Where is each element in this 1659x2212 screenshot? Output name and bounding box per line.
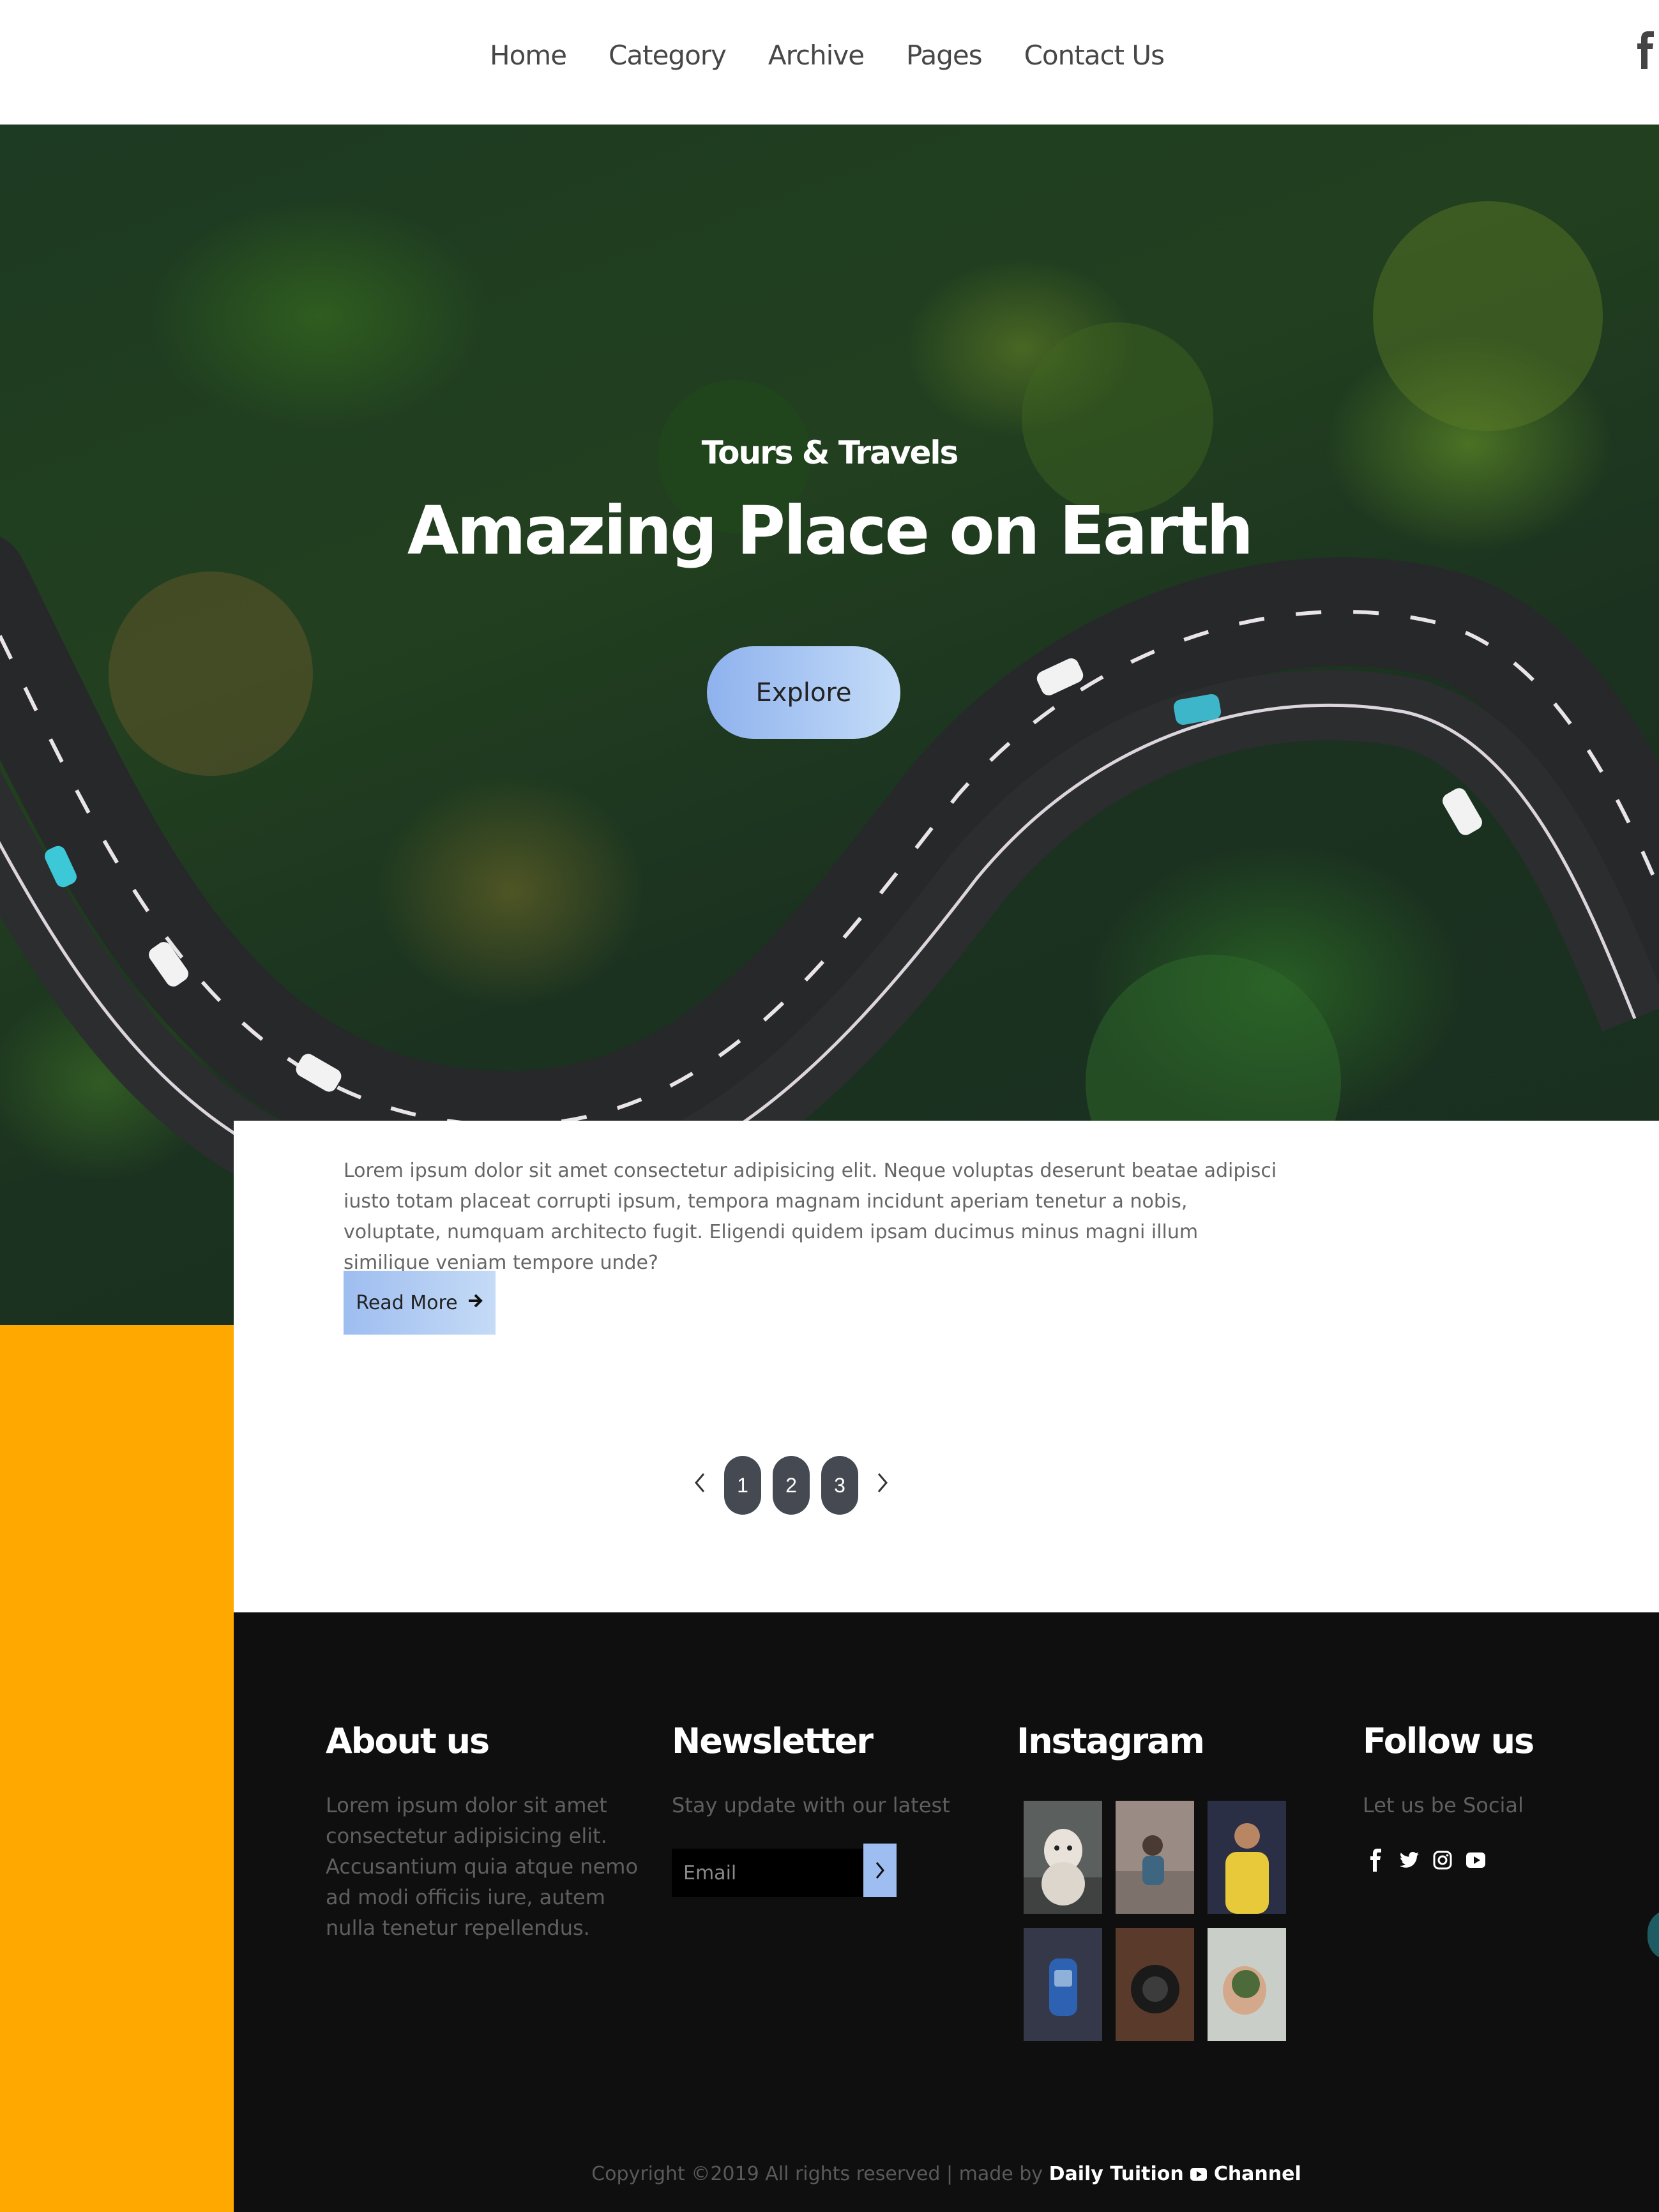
nav-contact-us[interactable]: Contact Us [1024,40,1165,71]
about-title: About us [326,1721,490,1761]
newsletter-title: Newsletter [672,1721,874,1761]
dog-photo[interactable] [1024,1801,1102,1914]
woman-sitting-photo[interactable] [1116,1801,1194,1914]
social-icons [1365,1847,1487,1873]
page-2-button[interactable]: 2 [773,1456,810,1515]
pagination: 1 2 3 [687,1456,895,1515]
instagram-title: Instagram [1017,1721,1205,1761]
chevron-left-icon[interactable] [687,1471,713,1500]
copyright-line: Copyright ©2019 All rights reserved | ma… [234,2163,1659,2185]
hand-holding-lens-photo[interactable] [1208,1928,1286,2041]
read-more-label: Read More [356,1291,458,1314]
blue-car-photo[interactable] [1024,1928,1102,2041]
subscribe-button[interactable] [863,1844,897,1897]
camera-photo[interactable] [1116,1928,1194,2041]
man-yellow-shirt-photo[interactable] [1208,1801,1286,1914]
chevron-right-icon [875,1862,884,1879]
article-excerpt: Lorem ipsum dolor sit amet consectetur a… [344,1160,1277,1274]
follow-text: Let us be Social [1363,1793,1524,1817]
brand-name-b[interactable]: Channel [1214,2163,1301,2185]
instagram-icon[interactable] [1432,1847,1453,1873]
instagram-grid [1024,1801,1286,2041]
follow-title: Follow us [1363,1721,1534,1761]
nav-pages[interactable]: Pages [906,40,983,71]
nav-home[interactable]: Home [490,40,567,71]
youtube-icon[interactable] [1465,1847,1487,1873]
hero-subtitle: Tours & Travels [701,434,959,471]
top-navbar: Home Category Archive Pages Contact Us [0,0,1659,125]
chevron-right-icon[interactable] [870,1471,895,1500]
youtube-icon [1190,2163,1214,2185]
email-field-wrapper [672,1849,863,1897]
newsletter-text: Stay update with our latest [672,1793,950,1817]
nav-links: Home Category Archive Pages Contact Us [0,40,1659,71]
read-more-button[interactable]: Read More [344,1271,496,1335]
article-card: Lorem ipsum dolor sit amet consectetur a… [234,1121,1659,1612]
about-text: Lorem ipsum dolor sit amet consectetur a… [326,1793,639,1940]
accent-block [0,1325,234,2212]
brand-name-a[interactable]: Daily Tuition [1049,2163,1184,2185]
facebook-icon[interactable] [1365,1847,1387,1873]
page-3-button[interactable]: 3 [821,1456,858,1515]
email-field[interactable] [672,1849,863,1897]
page-1-button[interactable]: 1 [724,1456,761,1515]
nav-archive[interactable]: Archive [768,40,865,71]
footer: About us Lorem ipsum dolor sit amet cons… [234,1612,1659,2212]
copyright-text: Copyright ©2019 All rights reserved | ma… [591,2163,1043,2185]
facebook-icon[interactable] [1633,31,1659,69]
twitter-icon[interactable] [1398,1847,1420,1873]
nav-category[interactable]: Category [609,40,727,71]
hero-title: Amazing Place on Earth [407,492,1254,570]
arrow-right-icon [467,1292,483,1314]
explore-button[interactable]: Explore [707,646,900,739]
